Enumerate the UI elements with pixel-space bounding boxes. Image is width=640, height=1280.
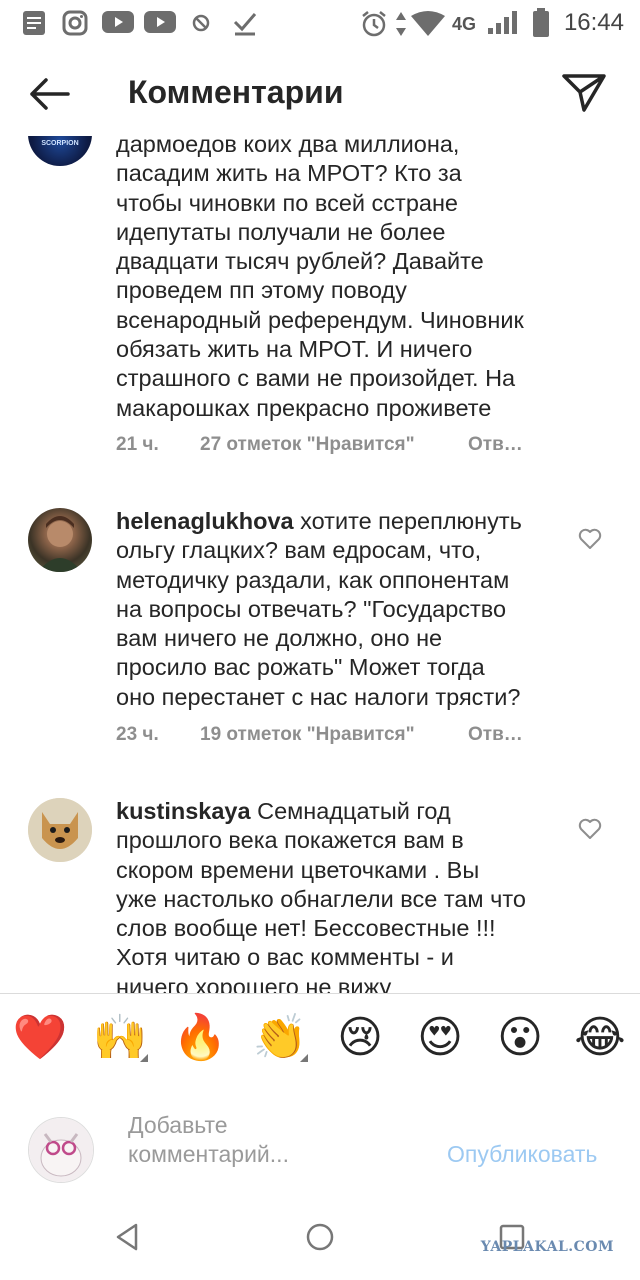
comment-text: хотите переплюнуть ольгу глацких? вам ед… bbox=[116, 508, 522, 710]
nav-back-icon[interactable] bbox=[106, 1215, 150, 1259]
user-photo bbox=[38, 516, 82, 572]
like-heart-icon[interactable] bbox=[578, 818, 602, 840]
heart-eyes-emoji[interactable]: 😍 bbox=[410, 1008, 470, 1068]
avatar[interactable]: SCORPION bbox=[28, 136, 92, 166]
check-icon bbox=[233, 13, 257, 36]
likes-count[interactable]: 27 отметок "Нравится" bbox=[200, 434, 468, 456]
publish-button[interactable]: Опубликовать bbox=[447, 1141, 597, 1168]
status-bar: 4G 16:44 bbox=[0, 0, 640, 46]
reply-button[interactable]: Отв… bbox=[468, 724, 523, 746]
surprised-face-emoji[interactable]: 😮 bbox=[490, 1008, 550, 1068]
comment-meta: 21 ч. 27 отметок "Нравится" Отв… bbox=[116, 434, 523, 456]
clock: 16:44 bbox=[563, 9, 624, 36]
comment-body: helenaglukhova хотите переплюнуть ольгу … bbox=[116, 507, 566, 712]
emoji-glyph: 😂 bbox=[574, 1013, 626, 1062]
emoji-glyph: ❤️ bbox=[12, 1013, 68, 1062]
nav-home-icon[interactable] bbox=[298, 1215, 342, 1259]
emoji-glyph: 😢 bbox=[337, 1013, 383, 1062]
instagram-icon bbox=[62, 10, 88, 36]
avatar-label: SCORPION bbox=[41, 140, 79, 147]
likes-count[interactable]: 19 отметок "Нравится" bbox=[200, 724, 468, 746]
signal-icon bbox=[488, 11, 517, 34]
user-photo bbox=[29, 1118, 93, 1182]
emoji-glyph: 🔥 bbox=[172, 1013, 228, 1062]
avatar[interactable] bbox=[28, 508, 92, 572]
youtube-icon bbox=[102, 11, 134, 33]
youtube-icon bbox=[144, 11, 176, 33]
emoji-quick-bar: ❤️ 🙌 🔥 👏 😢 😍 😮 😂 bbox=[0, 993, 640, 1085]
app-header: Комментарии bbox=[0, 46, 640, 136]
comment-text: дармоедов коих два миллиона, пасадим жит… bbox=[116, 136, 524, 421]
user-photo bbox=[28, 798, 92, 862]
notes-app-icon bbox=[23, 11, 45, 35]
comments-list[interactable]: SCORPION дармоедов коих два миллиона, па… bbox=[0, 136, 640, 993]
watermark: YAPLAKAL.COM bbox=[480, 1239, 614, 1255]
emoji-glyph: 😮 bbox=[497, 1013, 543, 1062]
comment-meta: 23 ч. 19 отметок "Нравится" Отв… bbox=[116, 724, 523, 746]
crying-face-emoji[interactable]: 😢 bbox=[330, 1008, 390, 1068]
tears-of-joy-emoji[interactable]: 😂 bbox=[570, 1008, 630, 1068]
back-arrow-icon[interactable] bbox=[26, 74, 74, 114]
wifi-icon bbox=[411, 11, 445, 36]
battery-icon bbox=[533, 8, 549, 37]
system-nav-bar: YAPLAKAL.COM bbox=[0, 1193, 640, 1280]
clapping-hands-emoji[interactable]: 👏 bbox=[250, 1008, 310, 1068]
variants-indicator bbox=[140, 1054, 148, 1062]
username[interactable]: kustinskaya bbox=[116, 798, 251, 824]
username[interactable]: helenaglukhova bbox=[116, 508, 294, 534]
raising-hands-emoji[interactable]: 🙌 bbox=[90, 1008, 150, 1068]
reply-button[interactable]: Отв… bbox=[468, 434, 523, 456]
comment-time: 21 ч. bbox=[116, 434, 159, 455]
send-icon[interactable] bbox=[560, 70, 608, 114]
comment-time: 23 ч. bbox=[116, 724, 159, 745]
like-heart-icon[interactable] bbox=[578, 528, 602, 550]
variants-indicator bbox=[300, 1054, 308, 1062]
data-arrows-icon bbox=[396, 12, 406, 36]
fire-emoji[interactable]: 🔥 bbox=[170, 1008, 230, 1068]
page-title: Комментарии bbox=[128, 74, 344, 110]
avatar[interactable] bbox=[28, 798, 92, 862]
my-avatar bbox=[28, 1117, 94, 1183]
red-heart-emoji[interactable]: ❤️ bbox=[10, 1008, 70, 1068]
dnd-icon bbox=[192, 14, 210, 32]
network-type: 4G bbox=[452, 14, 477, 34]
alarm-icon bbox=[362, 11, 386, 37]
comment-input[interactable]: Добавьте комментарий... bbox=[128, 1111, 368, 1171]
comment-text: Семнадцатый год прошлого века покажется … bbox=[116, 798, 526, 993]
comment-body: kustinskaya Семнадцатый год прошлого век… bbox=[116, 797, 566, 993]
comment-composer: Добавьте комментарий... Опубликовать bbox=[0, 1083, 640, 1193]
emoji-glyph: 😍 bbox=[417, 1013, 463, 1062]
